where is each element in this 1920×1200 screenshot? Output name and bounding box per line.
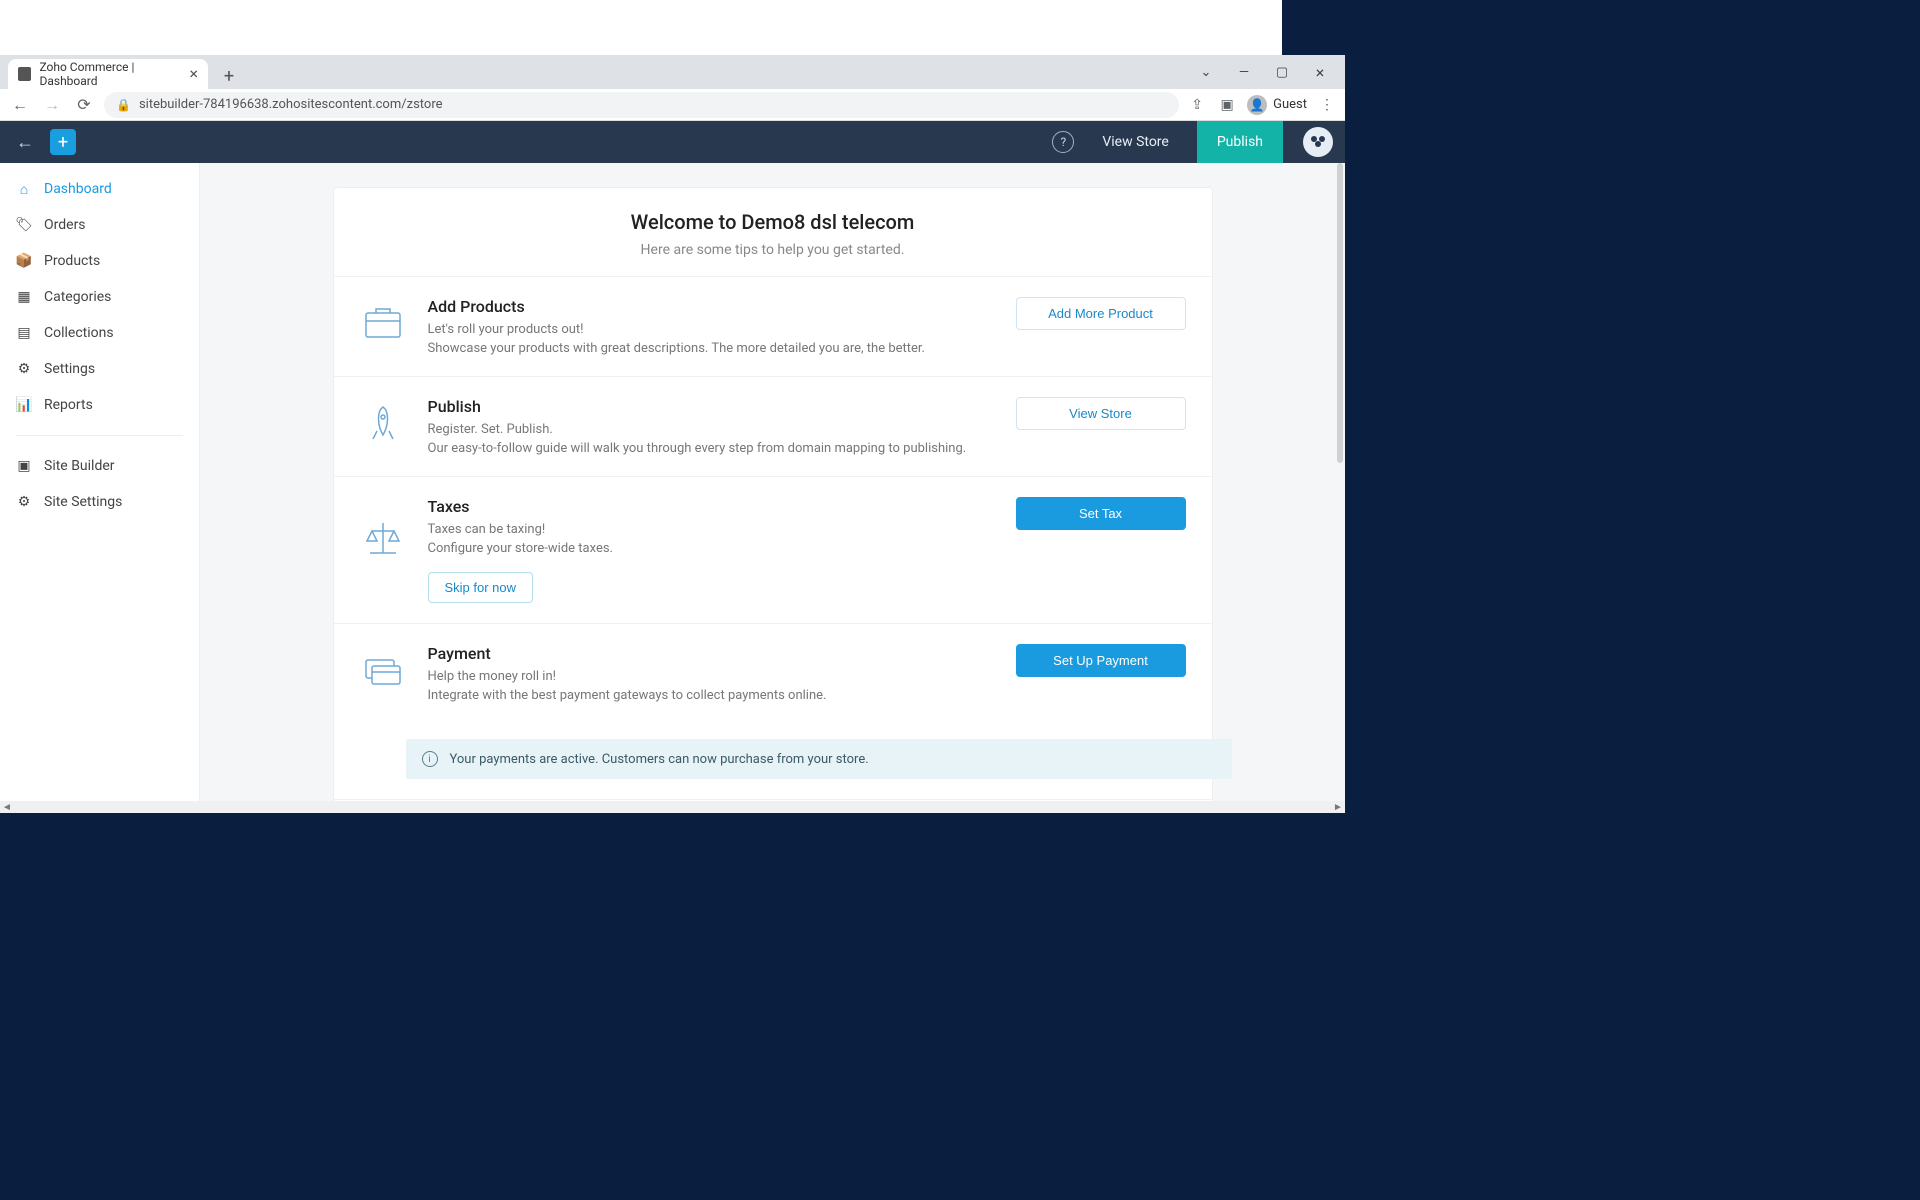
lock-icon: 🔒 — [116, 98, 131, 112]
sidebar-item-categories[interactable]: ▦ Categories — [0, 279, 199, 315]
tab-title: Zoho Commerce | Dashboard — [39, 60, 189, 88]
sidebar-item-dashboard[interactable]: ⌂ Dashboard — [0, 171, 199, 207]
sidebar-item-label: Orders — [44, 217, 86, 233]
section-description: Integrate with the best payment gateways… — [428, 688, 988, 703]
maximize-icon[interactable]: ▢ — [1269, 59, 1295, 85]
scroll-left-icon[interactable]: ◄ — [0, 802, 14, 813]
forward-button[interactable]: → — [40, 93, 64, 117]
section-description: Showcase your products with great descri… — [428, 341, 988, 356]
sidebar-item-site-settings[interactable]: ⚙ Site Settings — [0, 484, 199, 520]
page-title: Welcome to Demo8 dsl telecom — [354, 210, 1192, 234]
main-content: Welcome to Demo8 dsl telecom Here are so… — [200, 163, 1345, 813]
set-up-payment-button[interactable]: Set Up Payment — [1016, 644, 1186, 677]
onboarding-card: Welcome to Demo8 dsl telecom Here are so… — [333, 187, 1213, 813]
set-tax-button[interactable]: Set Tax — [1016, 497, 1186, 530]
section-title: Publish — [428, 397, 988, 416]
close-window-icon[interactable]: × — [1307, 59, 1333, 85]
section-description: Configure your store-wide taxes. — [428, 541, 988, 556]
sidebar-item-label: Settings — [44, 361, 95, 377]
info-icon: i — [422, 751, 438, 767]
gear-icon: ⚙ — [16, 494, 32, 510]
skip-for-now-button[interactable]: Skip for now — [428, 572, 534, 603]
section-description: Our easy-to-follow guide will walk you t… — [428, 441, 988, 456]
sidebar-separator — [16, 435, 183, 436]
section-subtitle: Let's roll your products out! — [428, 322, 988, 337]
box-icon: 📦 — [16, 253, 32, 269]
browser-toolbar: ← → ⟳ 🔒 sitebuilder-784196638.zohositesc… — [0, 89, 1345, 121]
app-back-button[interactable]: ← — [12, 129, 38, 155]
banner-text: Your payments are active. Customers can … — [450, 752, 869, 767]
sidebar-item-settings[interactable]: ⚙ Settings — [0, 351, 199, 387]
section-subtitle: Help the money roll in! — [428, 669, 988, 684]
grid-icon: ▦ — [16, 289, 32, 305]
section-subtitle: Taxes can be taxing! — [428, 522, 988, 537]
sidebar-item-products[interactable]: 📦 Products — [0, 243, 199, 279]
view-store-link[interactable]: View Store — [1086, 121, 1185, 163]
sidebar-item-label: Dashboard — [44, 181, 112, 197]
section-add-products: Add Products Let's roll your products ou… — [334, 277, 1212, 377]
share-icon[interactable]: ⇪ — [1187, 95, 1207, 115]
section-title: Taxes — [428, 497, 988, 516]
profile-chip[interactable]: 👤 Guest — [1247, 95, 1307, 115]
panel-icon[interactable]: ▣ — [1217, 95, 1237, 115]
sidebar-item-label: Site Settings — [44, 494, 122, 510]
view-store-button[interactable]: View Store — [1016, 397, 1186, 430]
vertical-scrollbar[interactable] — [1337, 163, 1343, 463]
gear-icon: ⚙ — [16, 361, 32, 377]
org-avatar[interactable] — [1303, 127, 1333, 157]
blank-top-region — [0, 0, 1282, 55]
layers-icon: ▤ — [16, 325, 32, 341]
card-icon — [360, 648, 406, 694]
section-title: Add Products — [428, 297, 988, 316]
close-icon[interactable]: × — [189, 66, 198, 82]
rocket-icon — [360, 401, 406, 447]
add-button[interactable]: + — [50, 129, 76, 155]
sidebar-item-label: Site Builder — [44, 458, 115, 474]
sidebar-item-reports[interactable]: 📊 Reports — [0, 387, 199, 423]
payment-active-banner: i Your payments are active. Customers ca… — [406, 739, 1232, 779]
sidebar-item-label: Categories — [44, 289, 111, 305]
people-icon — [1308, 132, 1328, 152]
browser-tab[interactable]: Zoho Commerce | Dashboard × — [8, 59, 208, 89]
add-more-product-button[interactable]: Add More Product — [1016, 297, 1186, 330]
horizontal-scrollbar[interactable]: ◄ ► — [0, 801, 1345, 813]
publish-button[interactable]: Publish — [1197, 121, 1283, 163]
sidebar-item-label: Collections — [44, 325, 114, 341]
home-icon: ⌂ — [16, 181, 32, 197]
url-text: sitebuilder-784196638.zohositescontent.c… — [139, 97, 443, 112]
section-subtitle: Register. Set. Publish. — [428, 422, 988, 437]
profile-label: Guest — [1273, 97, 1307, 112]
minimize-icon[interactable]: — — [1231, 59, 1257, 85]
chevron-down-icon[interactable]: ⌄ — [1193, 59, 1219, 85]
section-payment: Payment Help the money roll in! Integrat… — [334, 624, 1212, 800]
sidebar-item-label: Reports — [44, 397, 93, 413]
tag-icon: 🏷 — [16, 217, 32, 233]
sidebar: ⌂ Dashboard 🏷 Orders 📦 Products ▦ Catego… — [0, 163, 200, 813]
chart-icon: 📊 — [16, 397, 32, 413]
layout-icon: ▣ — [16, 458, 32, 474]
tab-favicon — [18, 67, 31, 81]
scales-icon — [360, 515, 406, 561]
sidebar-item-orders[interactable]: 🏷 Orders — [0, 207, 199, 243]
new-tab-button[interactable]: + — [216, 63, 242, 89]
help-icon[interactable]: ? — [1052, 131, 1074, 153]
sidebar-item-label: Products — [44, 253, 100, 269]
scroll-right-icon[interactable]: ► — [1331, 802, 1345, 813]
reload-button[interactable]: ⟳ — [72, 93, 96, 117]
window-controls: ⌄ — ▢ × — [1193, 55, 1345, 89]
sidebar-item-collections[interactable]: ▤ Collections — [0, 315, 199, 351]
kebab-icon[interactable]: ⋮ — [1317, 95, 1337, 115]
back-button[interactable]: ← — [8, 93, 32, 117]
address-bar[interactable]: 🔒 sitebuilder-784196638.zohositescontent… — [104, 92, 1179, 118]
section-title: Payment — [428, 644, 988, 663]
products-icon — [360, 301, 406, 347]
browser-tab-strip: Zoho Commerce | Dashboard × + ⌄ — ▢ × — [0, 55, 1345, 89]
app-header: ← + ? View Store Publish — [0, 121, 1345, 163]
person-icon: 👤 — [1247, 95, 1267, 115]
section-publish: Publish Register. Set. Publish. Our easy… — [334, 377, 1212, 477]
sidebar-item-site-builder[interactable]: ▣ Site Builder — [0, 448, 199, 484]
page-subtitle: Here are some tips to help you get start… — [354, 242, 1192, 258]
section-taxes: Taxes Taxes can be taxing! Configure you… — [334, 477, 1212, 624]
